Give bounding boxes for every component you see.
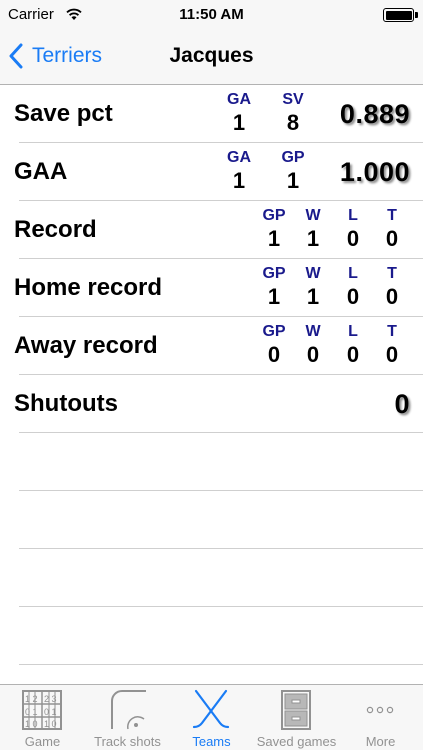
stat-column: T 0 bbox=[375, 259, 409, 309]
svg-text:1 0: 1 0 bbox=[25, 719, 38, 729]
tab-label: Saved games bbox=[256, 734, 337, 749]
column-header: W bbox=[305, 323, 321, 340]
column-header: L bbox=[348, 323, 358, 340]
empty-row bbox=[19, 433, 423, 491]
column-header: L bbox=[348, 207, 358, 224]
stat-column: W 1 bbox=[296, 201, 330, 251]
stat-column: GP 0 bbox=[257, 317, 291, 367]
stat-column: L 0 bbox=[336, 201, 370, 251]
column-value: 0 bbox=[346, 284, 360, 309]
stat-result: 0 bbox=[394, 389, 410, 419]
column-header: L bbox=[348, 265, 358, 282]
stat-label: Home record bbox=[14, 274, 163, 301]
empty-row bbox=[19, 491, 423, 549]
stat-column: T 0 bbox=[375, 317, 409, 367]
svg-text:2 3: 2 3 bbox=[44, 694, 57, 704]
stat-label: Record bbox=[14, 216, 97, 243]
stat-row-record: Record GP 1 W 1 L 0 T 0 bbox=[14, 201, 423, 259]
column-header: T bbox=[387, 323, 397, 340]
stat-label: Shutouts bbox=[14, 390, 118, 417]
column-value: 0 bbox=[346, 342, 360, 367]
svg-text:0 1: 0 1 bbox=[25, 707, 38, 717]
column-header: GP bbox=[281, 149, 305, 166]
stat-row-save-pct: Save pct GA 1 SV 8 0.889 bbox=[14, 85, 423, 143]
stat-column: GP 1 bbox=[257, 259, 291, 309]
stat-column: L 0 bbox=[336, 259, 370, 309]
stat-result: 0.889 bbox=[339, 99, 410, 129]
stat-label: Away record bbox=[14, 332, 158, 359]
column-header: W bbox=[305, 265, 321, 282]
tab-game[interactable]: 1 2 2 3 0 1 0 1 1 0 1 0 Game bbox=[0, 685, 85, 750]
battery-nub bbox=[415, 12, 418, 18]
column-header: GP bbox=[262, 207, 286, 224]
column-value: 1 bbox=[232, 110, 246, 135]
column-value: 1 bbox=[286, 168, 300, 193]
scoreboard-icon: 1 2 2 3 0 1 0 1 1 0 1 0 bbox=[22, 690, 62, 730]
column-value: 1 bbox=[267, 226, 281, 251]
tab-label: More bbox=[365, 734, 396, 749]
svg-text:1 2: 1 2 bbox=[25, 694, 38, 704]
goalie-stats-list: Save pct GA 1 SV 8 0.889 GAA GA 1 GP 1 1… bbox=[0, 85, 423, 665]
stat-column: SV 8 bbox=[276, 85, 310, 135]
stat-column: GP 1 bbox=[257, 201, 291, 251]
page-title: Jacques bbox=[169, 44, 254, 67]
stat-column: GP 1 bbox=[276, 143, 310, 193]
column-value: 0 bbox=[385, 342, 399, 367]
tab-bar: 1 2 2 3 0 1 0 1 1 0 1 0 Game Track shots… bbox=[0, 684, 423, 750]
stat-result: 1.000 bbox=[339, 157, 410, 187]
stat-label: GAA bbox=[14, 158, 68, 185]
column-value: 0 bbox=[346, 226, 360, 251]
tab-teams[interactable]: Teams bbox=[169, 685, 254, 750]
column-value: 0 bbox=[385, 284, 399, 309]
column-value: 1 bbox=[232, 168, 246, 193]
tab-saved-games[interactable]: Saved games bbox=[254, 685, 339, 750]
column-value: 1 bbox=[306, 226, 320, 251]
filing-cabinet-icon bbox=[281, 690, 311, 730]
column-value: 0 bbox=[385, 226, 399, 251]
stat-row-gaa: GAA GA 1 GP 1 1.000 bbox=[14, 143, 423, 201]
stat-column: W 1 bbox=[296, 259, 330, 309]
battery-icon bbox=[383, 8, 414, 22]
tab-label: Track shots bbox=[94, 734, 161, 749]
stat-column: GA 1 bbox=[222, 85, 256, 135]
stat-row-shutouts: Shutouts 0 bbox=[14, 375, 423, 433]
stat-label: Save pct bbox=[14, 100, 113, 127]
column-header: GP bbox=[262, 323, 286, 340]
rink-icon bbox=[111, 690, 146, 730]
column-value: 1 bbox=[306, 284, 320, 309]
column-value: 0 bbox=[306, 342, 320, 367]
status-bar: Carrier 11:50 AM bbox=[0, 0, 423, 30]
hockey-sticks-icon bbox=[192, 689, 230, 729]
empty-row bbox=[19, 549, 423, 607]
svg-text:0 1: 0 1 bbox=[44, 707, 57, 717]
svg-text:1 0: 1 0 bbox=[44, 719, 57, 729]
column-header: T bbox=[387, 207, 397, 224]
column-value: 8 bbox=[286, 110, 300, 135]
column-header: GP bbox=[262, 265, 286, 282]
tab-label: Game bbox=[24, 734, 61, 749]
empty-row bbox=[19, 607, 423, 665]
stat-column: W 0 bbox=[296, 317, 330, 367]
tab-more[interactable]: More bbox=[338, 685, 423, 750]
stat-column: L 0 bbox=[336, 317, 370, 367]
stat-row-away-record: Away record GP 0 W 0 L 0 T 0 bbox=[14, 317, 423, 375]
stat-column: T 0 bbox=[375, 201, 409, 251]
column-header: W bbox=[305, 207, 321, 224]
column-value: 1 bbox=[267, 284, 281, 309]
stat-row-home-record: Home record GP 1 W 1 L 0 T 0 bbox=[14, 259, 423, 317]
navigation-bar: Terriers Jacques bbox=[0, 30, 423, 85]
tab-label: Teams bbox=[192, 734, 231, 749]
column-header: GA bbox=[227, 91, 251, 108]
tab-track-shots[interactable]: Track shots bbox=[85, 685, 170, 750]
column-header: T bbox=[387, 265, 397, 282]
column-value: 0 bbox=[267, 342, 281, 367]
column-header: GA bbox=[227, 149, 251, 166]
column-header: SV bbox=[282, 91, 304, 108]
stat-column: GA 1 bbox=[222, 143, 256, 193]
more-dots-icon bbox=[366, 706, 394, 714]
status-time: 11:50 AM bbox=[179, 6, 244, 23]
